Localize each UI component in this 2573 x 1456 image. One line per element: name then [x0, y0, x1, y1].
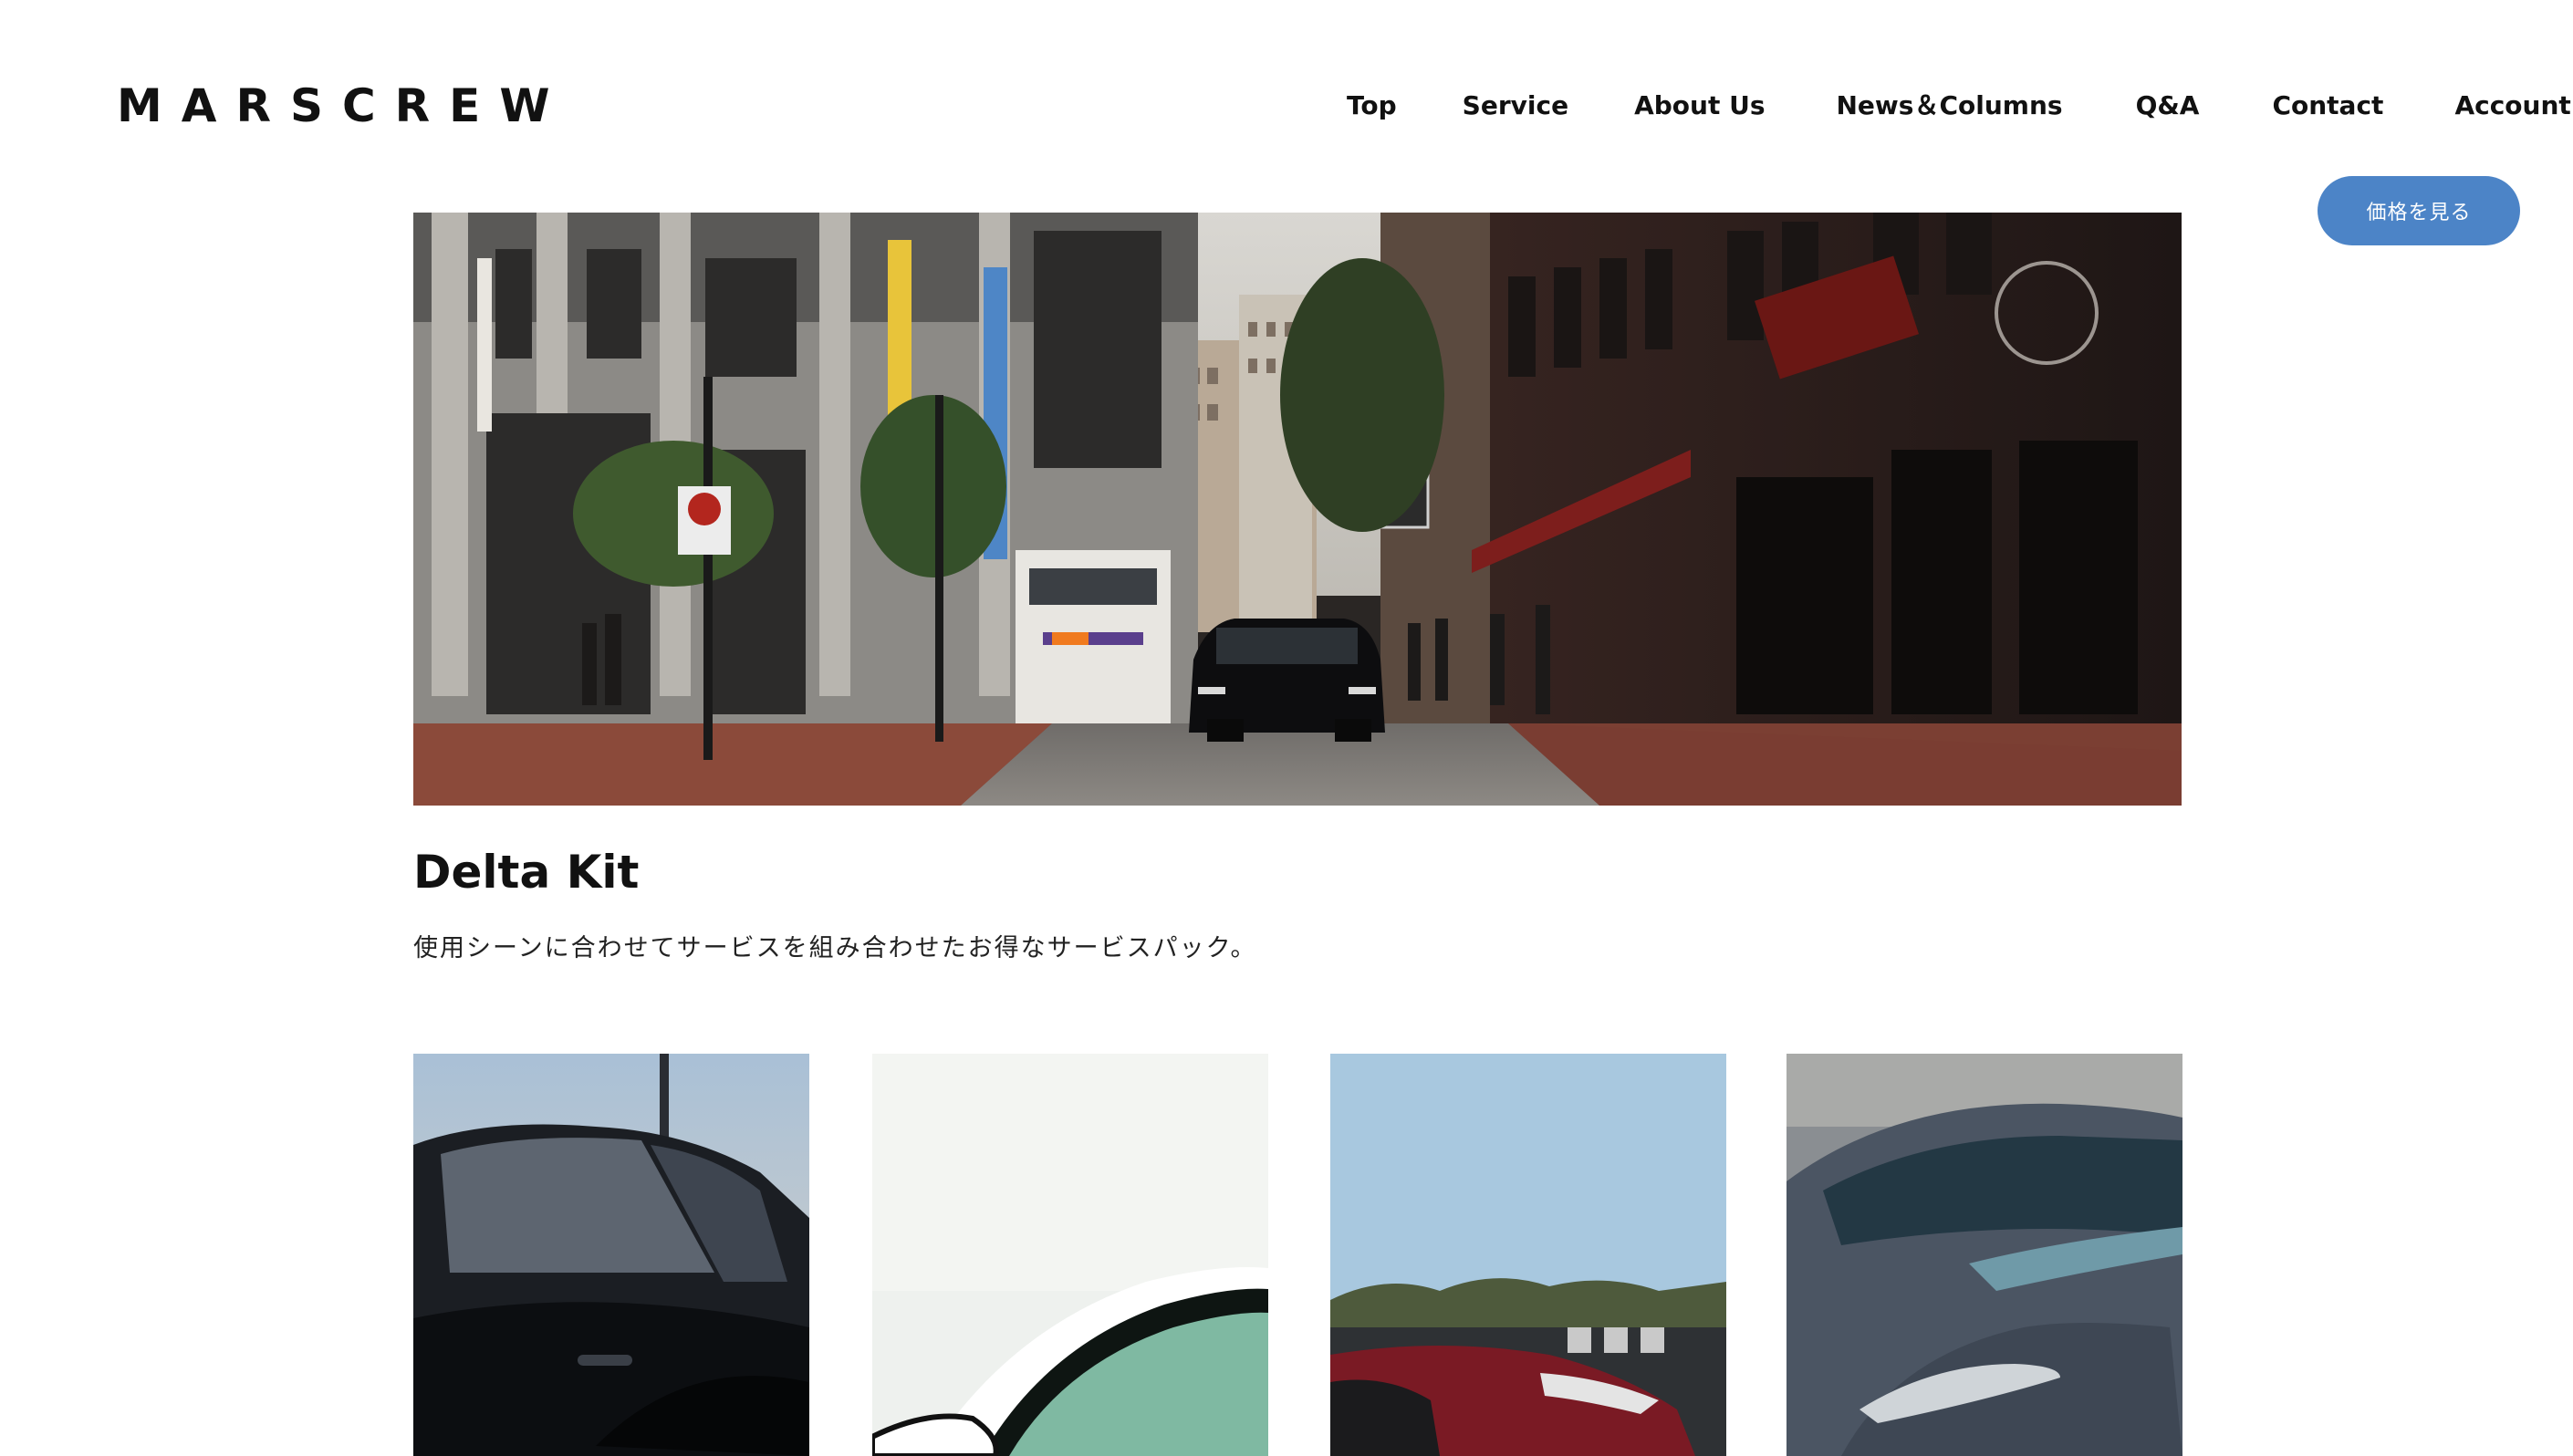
- city-street-photo: [413, 213, 2182, 806]
- page: MARSCREW Top Service About Us News＆Colum…: [0, 0, 2573, 1456]
- grey-car-headlight-photo: [1787, 1054, 2182, 1456]
- nav-top[interactable]: Top: [1347, 88, 1397, 124]
- logo[interactable]: MARSCREW: [117, 78, 568, 133]
- nav-qa[interactable]: Q&A: [2136, 88, 2200, 124]
- product-card-4[interactable]: [1787, 1054, 2182, 1456]
- nav-news-columns[interactable]: News＆Columns: [1837, 88, 2063, 124]
- product-card-1[interactable]: [413, 1054, 809, 1456]
- black-car-window-photo: [413, 1054, 809, 1456]
- nav-account[interactable]: Account: [2454, 88, 2570, 124]
- red-car-front-photo: [1330, 1054, 1726, 1456]
- product-card-2[interactable]: [872, 1054, 1268, 1456]
- nav-about-us[interactable]: About Us: [1634, 88, 1765, 124]
- nav-contact[interactable]: Contact: [2272, 88, 2383, 124]
- main-nav: Top Service About Us News＆Columns Q&A Co…: [1347, 88, 2571, 124]
- product-card-3[interactable]: [1330, 1054, 1726, 1456]
- product-description: 使用シーンに合わせてサービスを組み合わせたお得なサービスパック。: [413, 934, 1257, 962]
- white-car-window-photo: [872, 1054, 1268, 1456]
- product-title: Delta Kit: [413, 846, 640, 899]
- nav-service[interactable]: Service: [1463, 88, 1568, 124]
- product-image-grid: [413, 1054, 2182, 1456]
- view-price-button[interactable]: 価格を見る: [2318, 176, 2520, 245]
- hero-image: [413, 213, 2182, 806]
